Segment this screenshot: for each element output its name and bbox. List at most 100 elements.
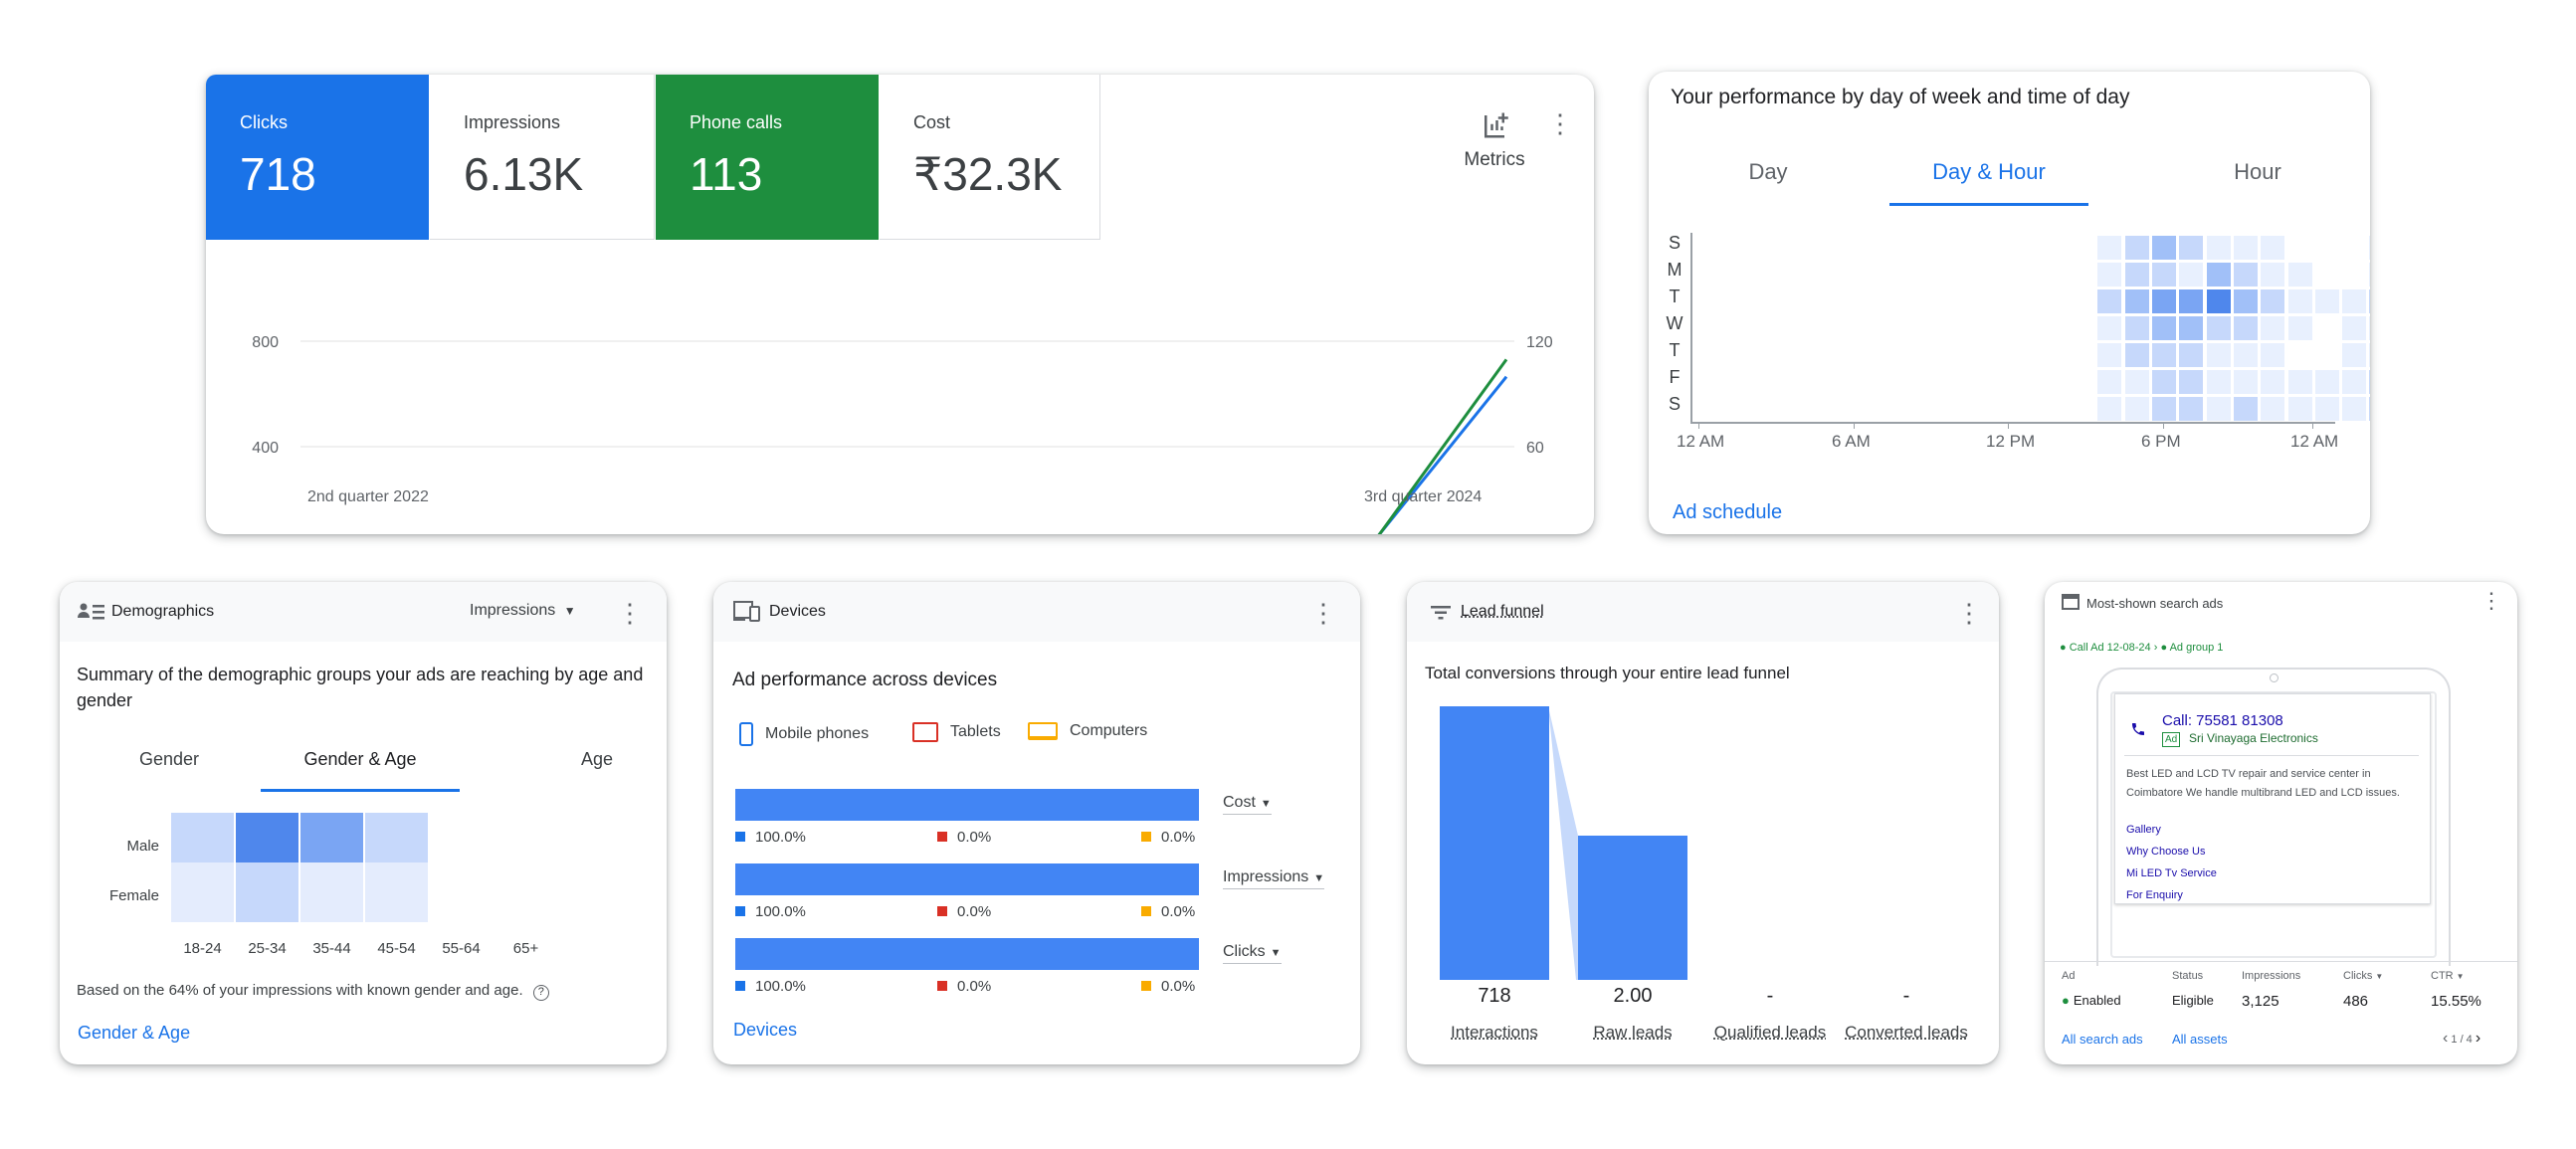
table-header[interactable]: Clicks ▼ [2343,970,2383,982]
demographics-footnote: Based on the 64% of your impressions wit… [77,982,549,1001]
day-label: T [1669,340,1681,360]
tab-age[interactable]: Age [557,749,637,770]
gender-age-link[interactable]: Gender & Age [78,1023,190,1044]
percent-value: 0.0% [937,978,991,995]
heatmap-cell [2369,370,2370,394]
sitelink[interactable]: For Enquiry [2126,889,2183,901]
more-vert-icon[interactable]: ⋮ [1547,110,1573,136]
breadcrumb-group[interactable]: Ad group 1 [2170,642,2224,654]
heatmap-cell [2152,397,2176,421]
metric-dropdown[interactable]: Impressions ▼ [1223,868,1325,889]
percent-value: 100.0% [735,829,806,846]
hour-tick [2008,422,2009,429]
ad-schedule-link[interactable]: Ad schedule [1673,501,1782,524]
metric-dropdown[interactable]: Cost ▼ [1223,794,1272,815]
heatmap-cell [2233,343,2258,367]
chevron-right-icon[interactable]: › [2476,1030,2480,1047]
tab-active-indicator [261,789,460,792]
heatmap-cell [2233,316,2258,340]
table-header[interactable]: CTR ▼ [2431,970,2465,982]
more-vert-icon[interactable]: ⋮ [1956,600,1982,626]
devices-icon [733,601,760,622]
heatmap-cell [2287,397,2312,421]
heatmap-cell [2097,263,2122,287]
metric-label: Impressions [464,112,561,132]
metric-dropdown[interactable]: Impressions ▼ [470,602,576,620]
heatmap-cell [2152,343,2176,367]
heatmap-cell [2179,397,2204,421]
heatmap-cell [2233,397,2258,421]
funnel-label[interactable]: Raw leads [1553,1023,1712,1043]
metric-dropdown-label: Cost [1223,794,1256,811]
heatmap-cell [2287,316,2312,340]
heatmap-cell [2124,370,2149,394]
table-cell: 486 [2343,993,2368,1010]
heatmap-cell [365,862,428,922]
more-vert-icon[interactable]: ⋮ [1310,600,1336,626]
funnel-value: 2.00 [1613,985,1653,1007]
legend-swatch [1141,981,1151,991]
call-line[interactable]: Call: 75581 81308 [2162,712,2283,729]
heatmap-cell [2152,316,2176,340]
metrics-button[interactable]: Metrics [1440,110,1549,171]
funnel-label[interactable]: Interactions [1415,1023,1574,1043]
tab-day[interactable]: Day [1708,159,1828,185]
people-icon [78,603,104,620]
day-label: M [1667,260,1683,280]
schedule-title: Your performance by day of week and time… [1671,86,2130,108]
heatmap-cell [2261,343,2285,367]
breadcrumb-campaign[interactable]: Call Ad 12-08-24 [2070,642,2151,654]
heatmap-cell [2342,289,2367,313]
series-line-clicks [1377,375,1508,534]
table-cell-value: Enabled [2073,993,2121,1008]
tab-gender-age[interactable]: Gender & Age [261,749,460,770]
devices-link[interactable]: Devices [733,1020,797,1041]
metric-tile-impressions[interactable]: Impressions 6.13K [430,75,655,240]
chevron-left-icon[interactable]: ‹ [2443,1030,2448,1047]
age-label: 65+ [512,940,539,957]
funnel-label[interactable]: Qualified leads [1690,1023,1850,1043]
all-search-ads-link[interactable]: All search ads [2062,1032,2143,1047]
heatmap-cell [2261,289,2285,313]
tab-hour[interactable]: Hour [2198,159,2317,185]
table-header-label: Impressions [2242,970,2301,982]
metric-dropdown-label: Impressions [470,602,556,619]
heatmap-cell [2369,397,2370,421]
all-assets-link[interactable]: All assets [2172,1032,2228,1047]
day-label: S [1668,394,1681,414]
phone-camera [2270,673,2279,682]
sitelink[interactable]: Mi LED Tv Service [2126,867,2217,879]
device-bar [735,789,1199,821]
sitelink[interactable]: Gallery [2126,824,2161,836]
age-label: 18-24 [183,940,222,957]
metric-tile-cost[interactable]: Cost ₹32.3K [880,75,1100,240]
tab-gender[interactable]: Gender [99,749,239,770]
more-vert-icon[interactable]: ⋮ [617,600,643,626]
table-cell-value: Eligible [2172,993,2214,1008]
sitelink[interactable]: Why Choose Us [2126,846,2205,858]
heatmap-cell [2206,236,2231,260]
heatmap-cell [2152,289,2176,313]
heatmap-cell [2369,289,2370,313]
metric-dropdown[interactable]: Clicks ▼ [1223,943,1282,964]
ad-badge: Ad [2162,732,2181,747]
hour-tick [1854,422,1855,429]
advertiser-name: Sri Vinayaga Electronics [2189,731,2318,745]
legend-tablets-label: Tablets [950,723,1001,741]
funnel-label[interactable]: Converted leads [1827,1023,1986,1043]
help-icon[interactable]: ? [532,985,549,1001]
devices-title: Devices [769,603,826,620]
tab-day-hour[interactable]: Day & Hour [1889,159,2088,185]
heatmap-cell [2261,263,2285,287]
pager-label: 1 / 4 [2451,1034,2473,1046]
hour-tick [2163,422,2164,429]
lead-funnel-title[interactable]: Lead funnel [1461,603,1544,621]
row-label: Male [126,838,159,855]
add-chart-icon [1485,112,1508,138]
percent-text: 0.0% [957,829,992,846]
ad-preview-icon [2062,594,2080,610]
heatmap-cell [2206,289,2231,313]
metric-tile-phone-calls[interactable]: Phone calls 113 [656,75,879,240]
more-vert-icon[interactable]: ⋮ [2480,590,2502,612]
metric-tile-clicks[interactable]: Clicks 718 [206,75,429,240]
